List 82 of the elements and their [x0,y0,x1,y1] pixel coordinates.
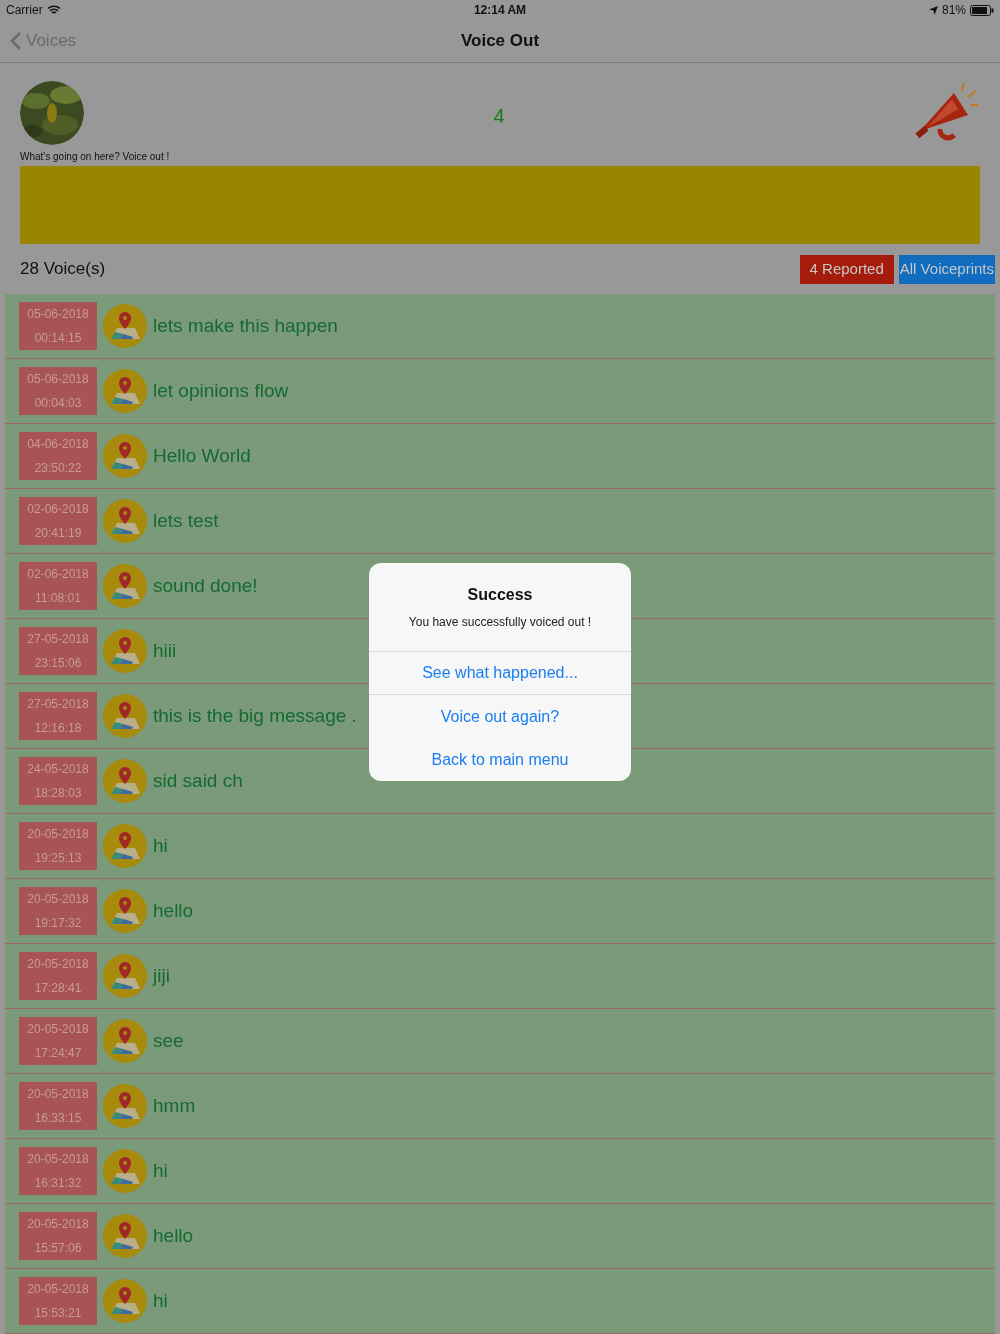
map-pin-icon [103,1214,147,1258]
time-text: 16:33:15 [34,1110,82,1127]
count-value: 4 [493,104,505,129]
chevron-left-icon [10,31,22,51]
voice-message[interactable]: jiji [153,961,170,991]
voice-message[interactable]: lets make this happen [153,311,338,341]
voice-message[interactable]: hiii [153,636,177,666]
date-text: 20-05-2018 [27,1281,89,1298]
map-pin-icon [103,499,147,543]
wifi-icon [46,5,61,15]
time-text: 23:50:22 [34,460,82,477]
map-pin-icon [103,694,147,738]
map-pin-icon [103,954,147,998]
voice-count: 28 Voice(s) [20,258,106,281]
voice-message[interactable]: hello [153,896,194,926]
battery-icon [970,4,994,16]
time-text: 18:28:03 [34,785,82,802]
voice-message[interactable]: hi [153,1286,168,1316]
date-text: 20-05-2018 [27,826,89,843]
date-text: 20-05-2018 [27,1151,89,1168]
alert-action[interactable]: Voice out again? [369,695,631,738]
voice-message[interactable]: lets test [153,506,219,536]
date-text: 20-05-2018 [27,1021,89,1038]
carrier-label: Carrier [6,2,43,19]
voice-message[interactable]: hi [153,831,168,861]
date-text: 20-05-2018 [27,891,89,908]
map-pin-icon [103,1149,147,1193]
time-text: 16:31:32 [34,1175,82,1192]
voice-message[interactable]: see [153,1026,184,1056]
map-pin-icon [103,564,147,608]
map-pin-icon [103,369,147,413]
caption-text: What's going on here? Voice out ! [20,150,171,164]
date-text: 05-06-2018 [27,371,89,388]
date-text: 24-05-2018 [27,761,89,778]
map-pin-icon [103,434,147,478]
map-pin-icon [103,629,147,673]
date-text: 04-06-2018 [27,436,89,453]
alert-title: Success [467,585,533,605]
voice-message[interactable]: sid said ch [153,766,243,796]
map-pin-icon [103,824,147,868]
time-text: 12:16:18 [34,720,82,737]
battery-percent: 81% [941,2,966,19]
screen-title: Voice Out [460,30,540,53]
map-pin-icon [103,1084,147,1128]
time-text: 19:25:13 [34,850,82,867]
date-text: 27-05-2018 [27,631,89,648]
time-text: 00:04:03 [34,395,82,412]
map-pin-icon [103,759,147,803]
voice-message[interactable]: this is the big message . [153,701,357,731]
map-pin-icon [103,304,147,348]
time-text: 20:41:19 [34,525,82,542]
voice-message[interactable]: let opinions flow [153,376,289,406]
voice-message[interactable]: sound done! [153,571,258,601]
date-text: 05-06-2018 [27,306,89,323]
date-text: 20-05-2018 [27,1086,89,1103]
time-text: 15:57:06 [34,1240,82,1257]
time-text: 11:08:01 [35,590,81,607]
time-text: 17:28:41 [34,980,82,997]
map-pin-icon [103,1279,147,1323]
time-text: 17:24:47 [34,1045,82,1062]
alert-action[interactable]: See what happened... [369,652,631,695]
date-text: 27-05-2018 [27,696,89,713]
alert-action[interactable]: Back to main menu [369,738,631,781]
map-pin-icon [103,1019,147,1063]
reported-button[interactable]: 4 Reported [799,254,894,284]
date-text: 20-05-2018 [27,1216,89,1233]
date-text: 02-06-2018 [27,501,89,518]
date-text: 02-06-2018 [27,566,89,583]
location-arrow-icon [928,5,938,15]
voice-message[interactable]: hello [153,1221,194,1251]
all-voiceprints-button[interactable]: All Voiceprints [898,254,995,284]
date-text: 20-05-2018 [27,956,89,973]
clock-time: 12:14 AM [473,2,527,19]
time-text: 00:14:15 [34,330,82,347]
voice-message[interactable]: hmm [153,1091,196,1121]
voice-message[interactable]: Hello World [153,441,251,471]
time-text: 15:53:21 [34,1305,82,1322]
time-text: 19:17:32 [34,915,82,932]
map-pin-icon [103,889,147,933]
time-text: 23:15:06 [34,655,82,672]
voice-message[interactable]: hi [153,1156,168,1186]
alert-message: You have successfully voiced out ! [408,614,592,631]
